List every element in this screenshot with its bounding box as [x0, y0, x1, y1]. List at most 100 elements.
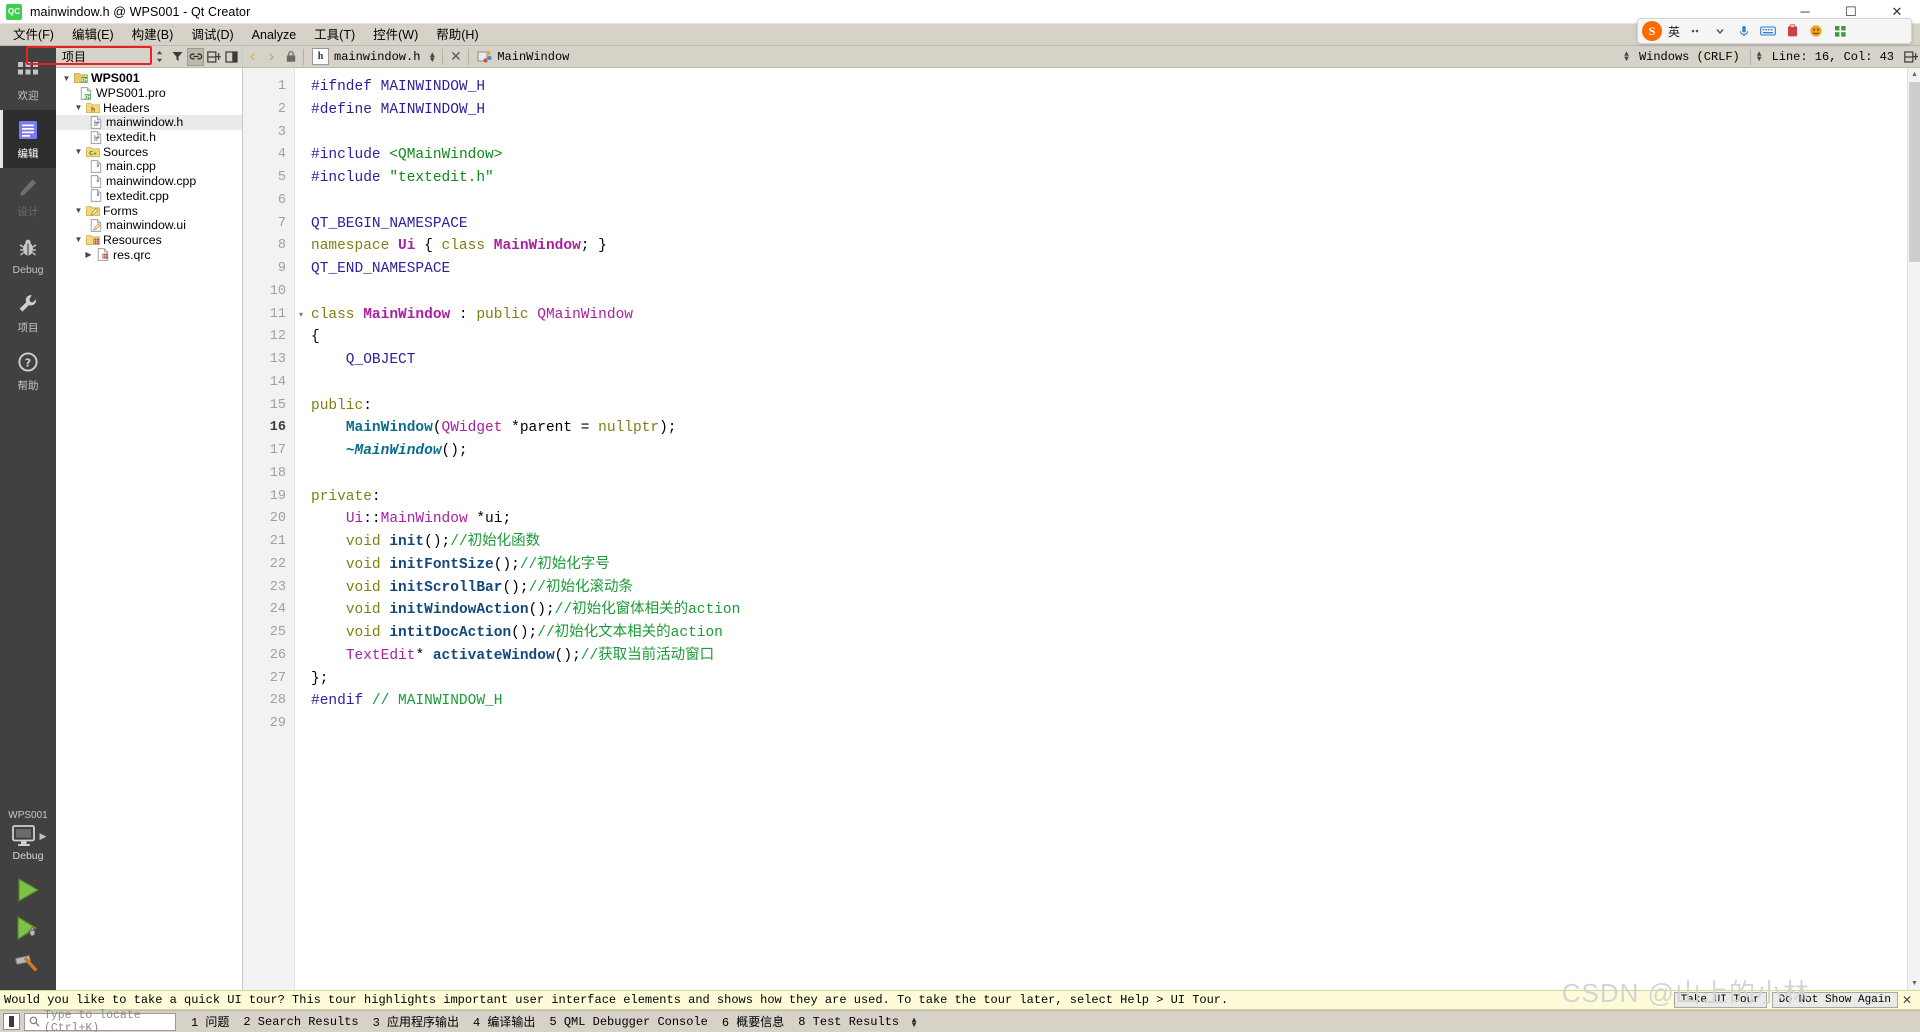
code-text-area[interactable]: #ifndef MAINWINDOW_H #define MAINWINDOW_H… [307, 68, 1920, 990]
tree-item-textedit-h[interactable]: h textedit.h [56, 130, 242, 145]
code-line[interactable] [311, 463, 1920, 486]
emoji-icon[interactable] [1806, 21, 1826, 41]
code-line[interactable]: #ifndef MAINWINDOW_H [311, 76, 1920, 99]
output-tab-issues[interactable]: 1 问题 [184, 1012, 236, 1031]
editor-vertical-scrollbar[interactable]: ▲ ▼ [1907, 68, 1920, 990]
line-ending-label[interactable]: Windows (CRLF) [1632, 50, 1747, 64]
tree-item-pro-file[interactable]: Qt WPS001.pro [56, 86, 242, 101]
sync-view-icon[interactable] [151, 48, 168, 66]
kit-selector[interactable]: WPS001 ▶ Debug [0, 810, 56, 990]
cursor-position-label[interactable]: Line: 16, Col: 43 [1765, 50, 1901, 64]
menu-file[interactable]: 文件(F) [4, 25, 63, 45]
lock-icon[interactable] [281, 47, 300, 67]
mode-projects[interactable]: 项目 [0, 284, 56, 342]
mode-edit[interactable]: 编辑 [0, 110, 56, 168]
twisty-icon[interactable]: ▼ [72, 147, 85, 156]
code-line[interactable]: #include <QMainWindow> [311, 144, 1920, 167]
split-icon[interactable] [205, 48, 222, 66]
code-line[interactable]: private: [311, 486, 1920, 509]
menu-window[interactable]: 控件(W) [364, 25, 427, 45]
tree-item-textedit-cpp[interactable]: textedit.cpp [56, 189, 242, 204]
code-line[interactable]: void initScrollBar();//初始化滚动条 [311, 577, 1920, 600]
code-line[interactable]: void initFontSize();//初始化字号 [311, 554, 1920, 577]
output-tab-application-output[interactable]: 3 应用程序输出 [366, 1012, 466, 1031]
code-line[interactable]: Ui::MainWindow *ui; [311, 508, 1920, 531]
locator-input[interactable]: Type to locate (Ctrl+K) [24, 1009, 176, 1032]
code-line[interactable]: #define MAINWINDOW_H [311, 99, 1920, 122]
tree-item-mainwindow-cpp[interactable]: mainwindow.cpp [56, 174, 242, 189]
code-line[interactable]: class MainWindow : public QMainWindow [311, 304, 1920, 327]
build-button[interactable] [6, 948, 50, 984]
code-line[interactable]: Q_OBJECT [311, 349, 1920, 372]
chevron-down-icon[interactable] [1710, 21, 1730, 41]
code-line[interactable]: ~MainWindow(); [311, 440, 1920, 463]
twisty-icon[interactable]: ▶ [82, 250, 95, 259]
code-line[interactable]: void initWindowAction();//初始化窗体相关的action [311, 599, 1920, 622]
code-line[interactable]: MainWindow(QWidget *parent = nullptr); [311, 417, 1920, 440]
twisty-icon[interactable]: ▼ [60, 74, 73, 83]
close-info-bar-icon[interactable]: ✕ [1898, 993, 1916, 1008]
mode-welcome[interactable]: 欢迎 [0, 52, 56, 110]
code-line[interactable]: void intitDocAction();//初始化文本相关的action [311, 622, 1920, 645]
take-ui-tour-button[interactable]: Take UI Tour [1673, 992, 1767, 1008]
sogou-logo-icon[interactable]: S [1642, 21, 1662, 41]
menu-tools[interactable]: 工具(T) [305, 25, 364, 45]
run-button[interactable] [6, 872, 50, 908]
code-line[interactable]: QT_BEGIN_NAMESPACE [311, 213, 1920, 236]
twisty-icon[interactable]: ▼ [72, 235, 85, 244]
code-line[interactable]: namespace Ui { class MainWindow; } [311, 235, 1920, 258]
fold-column[interactable]: ▾ [295, 68, 307, 990]
clipboard-icon[interactable] [1782, 21, 1802, 41]
fold-marker-icon[interactable]: ▾ [295, 304, 307, 327]
keyboard-icon[interactable] [1758, 21, 1778, 41]
menu-analyze[interactable]: Analyze [243, 25, 305, 45]
menu-debug[interactable]: 调试(D) [182, 25, 242, 45]
output-pane-dropdown-icon[interactable]: ▲ ▼ [906, 1015, 922, 1028]
navigate-back-icon[interactable]: ‹ [243, 47, 262, 67]
scroll-down-arrow-icon[interactable]: ▼ [1908, 977, 1920, 990]
editor-file-chip[interactable]: h mainwindow.h [307, 47, 425, 67]
output-tab-qml-debugger-console[interactable]: 5 QML Debugger Console [542, 1014, 714, 1030]
scrollbar-thumb[interactable] [1909, 82, 1920, 262]
menu-help[interactable]: 帮助(H) [427, 25, 487, 45]
scroll-up-arrow-icon[interactable]: ▲ [1908, 68, 1920, 81]
twisty-icon[interactable]: ▼ [72, 206, 85, 215]
microphone-icon[interactable] [1734, 21, 1754, 41]
menu-edit[interactable]: 编辑(E) [63, 25, 123, 45]
code-line[interactable]: QT_END_NAMESPACE [311, 258, 1920, 281]
ime-mode-label[interactable]: 英 [1666, 23, 1682, 40]
grid-icon[interactable] [1830, 21, 1850, 41]
tree-item-forms[interactable]: ▼ Forms [56, 203, 242, 218]
tree-item-project[interactable]: ▼ Qt WPS001 [56, 71, 242, 86]
tree-item-main-cpp[interactable]: main.cpp [56, 159, 242, 174]
code-line[interactable]: #endif // MAINWINDOW_H [311, 690, 1920, 713]
mode-debug[interactable]: Debug [0, 226, 56, 284]
line-ending-dropdown-icon[interactable]: ▲ ▼ [1621, 50, 1632, 63]
output-tab-compile-output[interactable]: 4 编译输出 [466, 1012, 542, 1031]
dots-icon[interactable] [1686, 21, 1706, 41]
split-editor-icon[interactable] [1901, 47, 1920, 67]
kit-expand-arrow-icon[interactable]: ▶ [40, 831, 47, 842]
start-debugging-button[interactable] [6, 910, 50, 946]
code-line[interactable] [311, 372, 1920, 395]
code-line[interactable] [311, 281, 1920, 304]
do-not-show-again-button[interactable]: Do Not Show Again [1771, 992, 1898, 1008]
tree-item-mainwindow-ui[interactable]: mainwindow.ui [56, 218, 242, 233]
filter-icon[interactable] [169, 48, 186, 66]
code-line[interactable]: void init();//初始化函数 [311, 531, 1920, 554]
output-tab-test-results[interactable]: 8 Test Results [791, 1014, 906, 1030]
editor-body[interactable]: 1 2 3 4 5 6 7 8 9 10 11 12 13 14 15 16 17 18 19 20 21 22 23 24 2… [243, 68, 1920, 990]
code-line[interactable]: { [311, 326, 1920, 349]
tree-item-sources[interactable]: ▼ C+ Sources [56, 144, 242, 159]
menu-build[interactable]: 构建(B) [123, 25, 183, 45]
code-line[interactable]: public: [311, 395, 1920, 418]
code-line[interactable]: }; [311, 668, 1920, 691]
tree-item-mainwindow-h[interactable]: h mainwindow.h [56, 115, 242, 130]
code-line[interactable] [311, 190, 1920, 213]
code-line[interactable]: #include "textedit.h" [311, 167, 1920, 190]
mode-help[interactable]: ? 帮助 [0, 342, 56, 400]
link-icon[interactable] [187, 47, 204, 66]
code-line[interactable] [311, 713, 1920, 736]
close-split-icon[interactable] [223, 48, 240, 66]
close-document-icon[interactable]: ✕ [446, 47, 465, 67]
